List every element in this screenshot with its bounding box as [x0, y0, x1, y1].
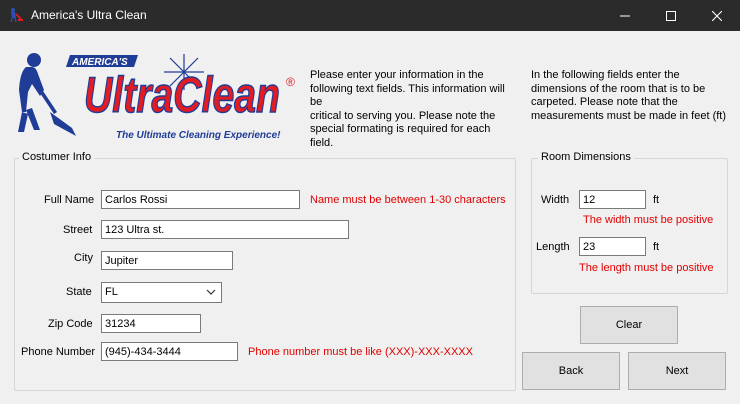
back-button[interactable]: Back — [522, 352, 620, 390]
room-instructions: In the following fields enter the dimens… — [531, 69, 727, 122]
close-icon — [712, 10, 722, 21]
clear-button[interactable]: Clear — [580, 306, 678, 344]
full-name-label: Full Name — [44, 194, 95, 206]
state-value: FL — [105, 286, 118, 298]
ultra-clean-logo: AMERICA'S UltraClean ® The Ultimate Clea… — [18, 53, 295, 141]
state-label: State — [66, 286, 92, 298]
length-error: The length must be positive — [579, 262, 714, 274]
next-button[interactable]: Next — [628, 352, 726, 390]
width-unit: ft — [653, 194, 660, 206]
maximize-button[interactable] — [648, 0, 694, 31]
registered-mark: ® — [286, 75, 295, 89]
chevron-down-icon — [206, 289, 216, 295]
full-name-error: Name must be between 1-30 characters — [310, 194, 506, 206]
brand-main-text: UltraClean — [84, 67, 280, 123]
width-input[interactable] — [579, 190, 646, 209]
phone-number-input[interactable] — [101, 342, 238, 361]
vacuum-cleaner-icon — [8, 7, 24, 23]
width-error: The width must be positive — [583, 214, 714, 226]
zip-code-label: Zip Code — [48, 318, 93, 330]
title-bar: America's Ultra Clean — [0, 0, 740, 31]
phone-number-label: Phone Number — [21, 346, 95, 358]
full-name-input[interactable] — [101, 190, 300, 209]
maximize-icon — [666, 10, 676, 21]
phone-number-error: Phone number must be like (XXX)-XXX-XXXX — [248, 346, 473, 358]
state-select[interactable]: FL — [101, 282, 222, 303]
length-input[interactable] — [579, 237, 646, 256]
minimize-button[interactable] — [602, 0, 648, 31]
customer-instructions: Please enter your information in the fol… — [310, 69, 505, 149]
close-button[interactable] — [694, 0, 740, 31]
city-label: City — [74, 252, 93, 264]
length-unit: ft — [653, 241, 660, 253]
tagline-text: The Ultimate Cleaning Experience! — [116, 130, 281, 141]
room-dimensions-label: Room Dimensions — [538, 151, 634, 163]
zip-code-input[interactable] — [101, 314, 201, 333]
window-title: America's Ultra Clean — [31, 8, 147, 22]
minimize-icon — [620, 15, 630, 16]
city-input[interactable] — [101, 251, 233, 270]
width-label: Width — [541, 194, 570, 206]
street-input[interactable] — [101, 220, 349, 239]
customer-info-label: Costumer Info — [19, 151, 95, 163]
street-label: Street — [63, 224, 93, 236]
length-label: Length — [536, 241, 570, 253]
